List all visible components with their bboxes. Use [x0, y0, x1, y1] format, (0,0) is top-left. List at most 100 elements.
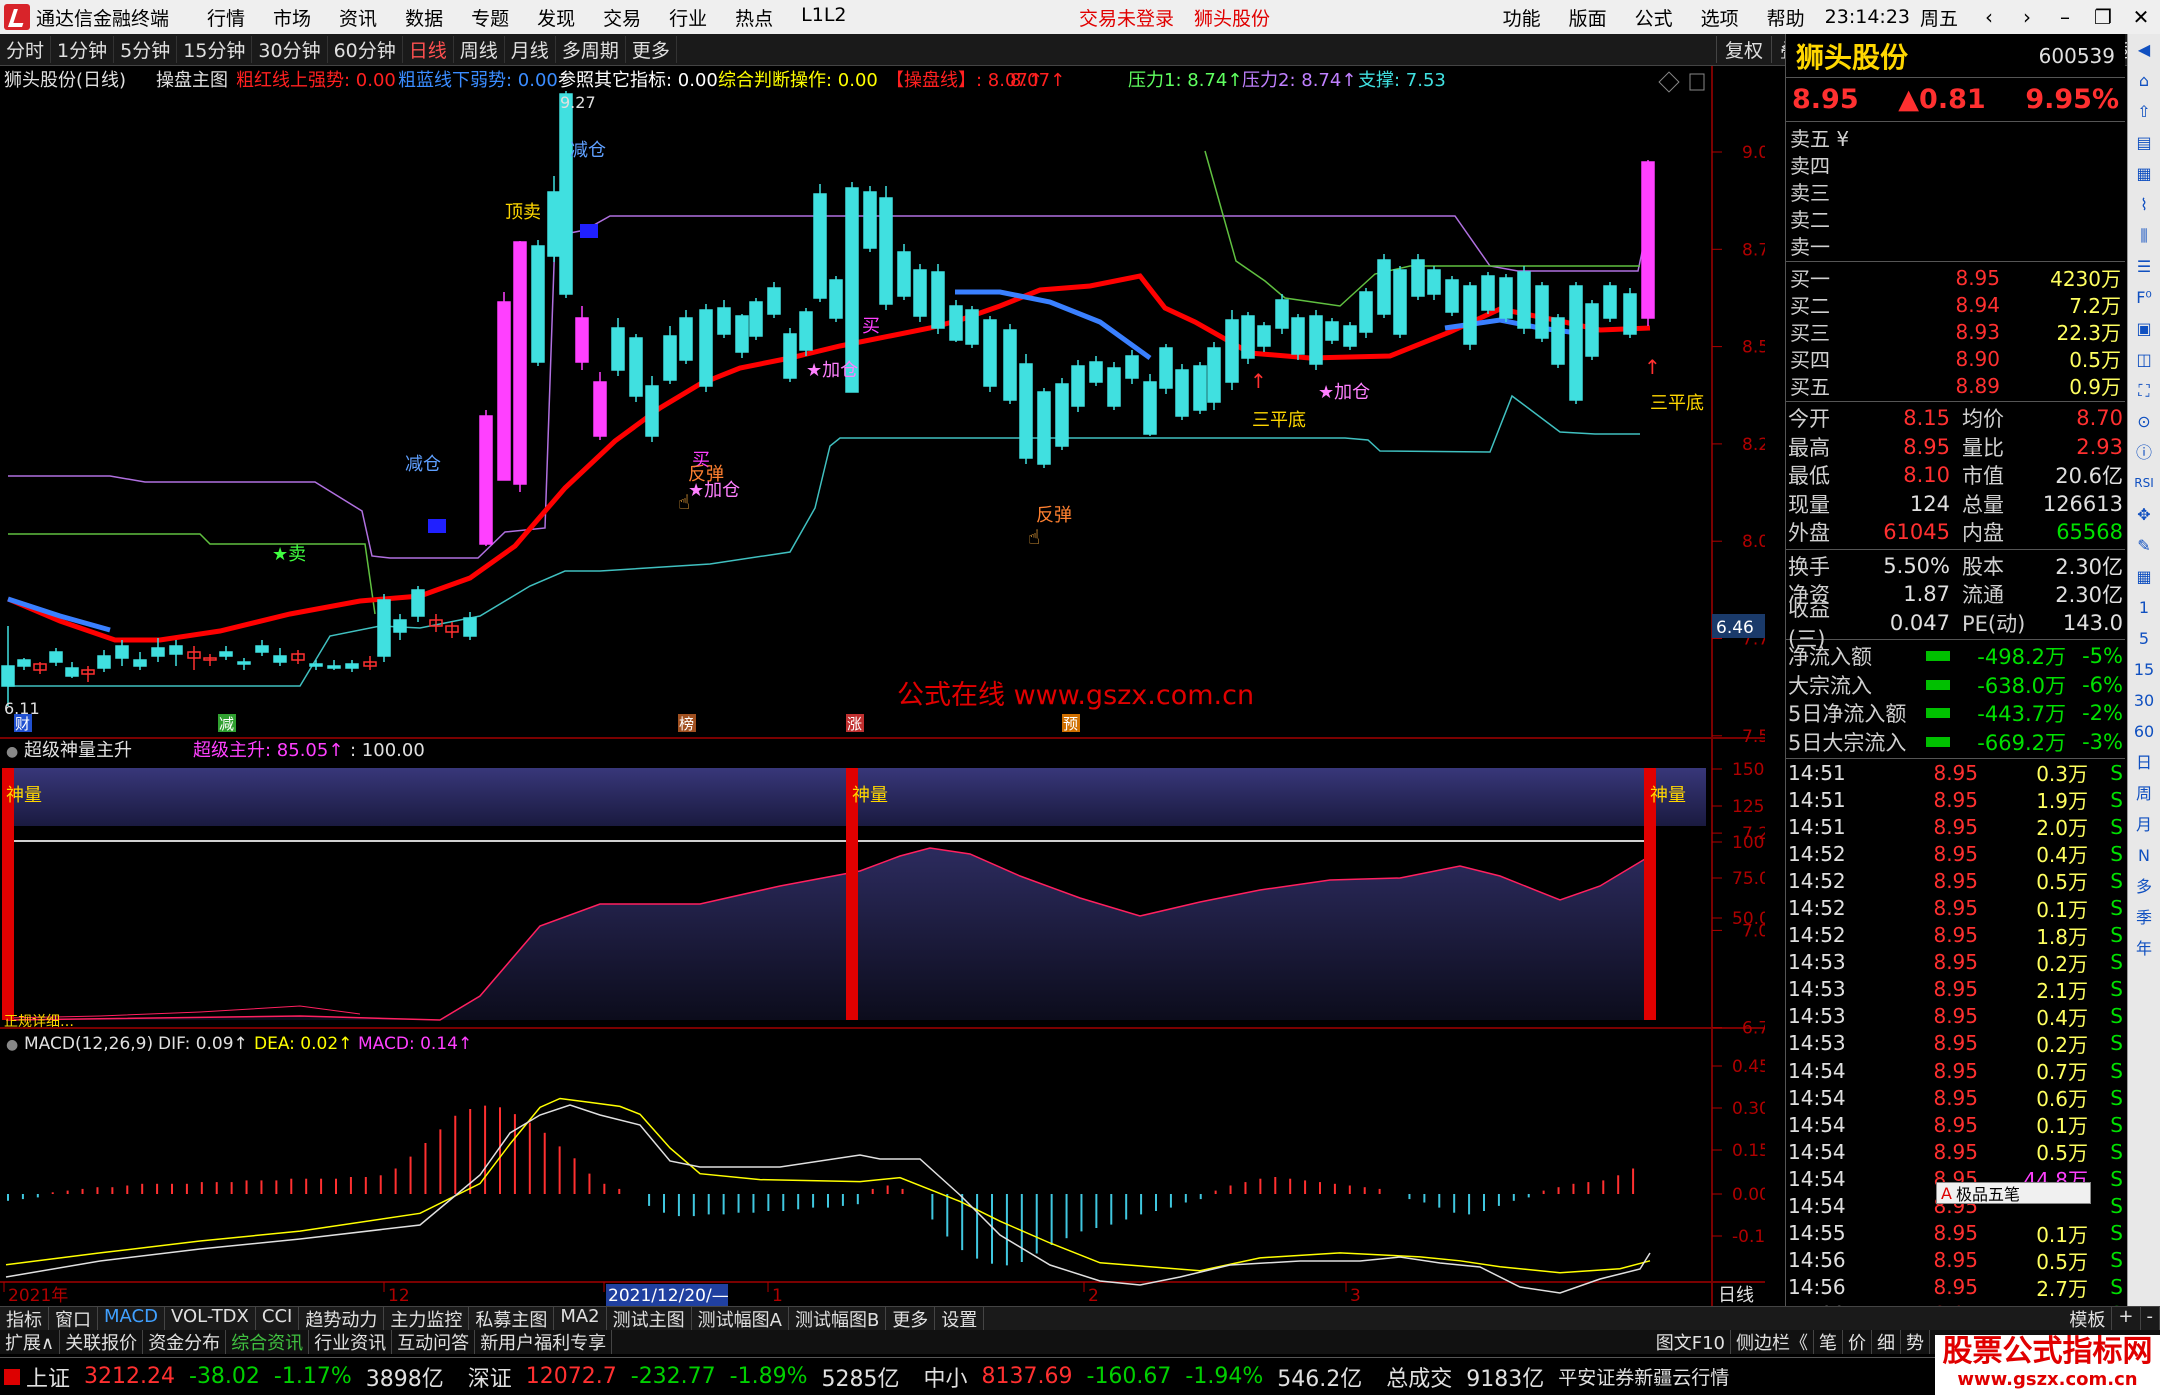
ext-right-btn-3[interactable]: 价 [1843, 1330, 1872, 1354]
candle-icon[interactable]: ⫼ [2140, 220, 2147, 251]
indicator-tab-11[interactable]: 测试幅图B [789, 1307, 887, 1330]
indicator-tab-9[interactable]: 测试主图 [607, 1307, 692, 1330]
indicator-tab-12[interactable]: 更多 [886, 1307, 936, 1330]
bottom-tag-2[interactable]: 榜 [679, 715, 694, 733]
period-tab-5[interactable]: 60分钟 [328, 36, 403, 63]
vtool-period-2[interactable]: 月 [2136, 809, 2152, 840]
ext-tab-4[interactable]: 行业资讯 [309, 1330, 393, 1354]
period-tab-9[interactable]: 多周期 [556, 36, 626, 63]
buy-row[interactable]: 买三 8.93 22.3万 [1786, 318, 2125, 346]
indicator-tab-0[interactable]: 指标 [0, 1307, 49, 1330]
period-tab-1[interactable]: 1分钟 [51, 36, 115, 63]
vtool-period-5[interactable]: 季 [2136, 902, 2152, 933]
menu-right-item-4[interactable]: 帮助 [1753, 4, 1819, 31]
15-icon[interactable]: 15 [2134, 654, 2154, 685]
forward-icon[interactable]: › [2008, 5, 2046, 29]
minimize-icon[interactable]: – [2046, 5, 2084, 29]
fs-icon[interactable]: ⛶ [2138, 375, 2149, 406]
box-icon[interactable]: ◫ [2136, 344, 2151, 375]
ext-right-btn-0[interactable]: 图文F10 [1651, 1330, 1731, 1354]
window-icon[interactable]: ▣ [2136, 313, 2151, 344]
info-icon[interactable]: ⓘ [2136, 437, 2152, 468]
menu-item-1[interactable]: 市场 [259, 4, 325, 31]
menu-item-0[interactable]: 行情 [193, 4, 259, 31]
tab-right-btn-1[interactable]: + [2112, 1307, 2141, 1330]
indicator-tab-5[interactable]: 趋势动力 [299, 1307, 385, 1330]
period-tab-6[interactable]: 日线 [403, 36, 454, 63]
period-tab-2[interactable]: 5分钟 [114, 36, 178, 63]
close-icon[interactable]: ✕ [2122, 5, 2160, 29]
sz-label[interactable]: 深证 [468, 1361, 512, 1393]
30-icon[interactable]: 30 [2134, 685, 2154, 716]
sub1-collapse-icon[interactable]: ● [6, 744, 18, 760]
sh-label[interactable]: 上证 [26, 1361, 70, 1393]
menu-item-4[interactable]: 专题 [457, 4, 523, 31]
bottom-tag-3[interactable]: 涨 [847, 715, 862, 733]
pen-icon[interactable]: ✎ [2137, 530, 2150, 561]
ext-tab-5[interactable]: 互动问答 [392, 1330, 476, 1354]
indicator-tab-10[interactable]: 测试幅图A [692, 1307, 789, 1330]
indicator-tab-1[interactable]: 窗口 [49, 1307, 98, 1330]
calc-icon[interactable]: ▦ [2136, 561, 2151, 592]
ext-tab-0[interactable]: 扩展∧ [0, 1330, 61, 1354]
chart-area[interactable]: 狮头股份(日线) 操盘主图 粗红线上强势: 0.00 粗蓝线下弱势: 0.00 参照… [0, 66, 1765, 1306]
indicator-tab-4[interactable]: CCI [256, 1307, 300, 1330]
tab-right-btn-0[interactable]: 模板 [2063, 1307, 2113, 1330]
restore-icon[interactable]: ❐ [2084, 5, 2122, 29]
doc-icon[interactable]: ▤ [2136, 127, 2151, 158]
back-icon[interactable]: ‹ [1970, 5, 2008, 29]
menu-item-7[interactable]: 行业 [655, 4, 721, 31]
period-tab-0[interactable]: 分时 [0, 36, 52, 63]
home-icon[interactable]: ⌂ [2139, 65, 2149, 96]
indicator-tab-6[interactable]: 主力监控 [384, 1307, 470, 1330]
60-icon[interactable]: 60 [2134, 716, 2154, 747]
sell-row[interactable]: 卖一 [1786, 232, 2125, 259]
buy-row[interactable]: 买四 8.90 0.5万 [1786, 345, 2125, 373]
macd-collapse-icon[interactable]: ● [6, 1037, 18, 1053]
vtool-period-6[interactable]: 年 [2136, 933, 2152, 964]
ext-tab-2[interactable]: 资金分布 [143, 1330, 227, 1354]
vtool-period-4[interactable]: 多 [2136, 871, 2152, 902]
menu-right-item-0[interactable]: 功能 [1489, 4, 1555, 31]
bottom-tag-1[interactable]: 减 [219, 715, 234, 733]
move-icon[interactable]: ✥ [2137, 499, 2150, 530]
sell-row[interactable]: 卖二 [1786, 205, 2125, 232]
1-icon[interactable]: 1 [2139, 592, 2149, 623]
menu-item-2[interactable]: 资讯 [325, 4, 391, 31]
menu-right-item-2[interactable]: 公式 [1621, 4, 1687, 31]
indicator-tab-7[interactable]: 私募主图 [469, 1307, 555, 1330]
menu-item-6[interactable]: 交易 [589, 4, 655, 31]
arrow-left-icon[interactable]: ◀ [2138, 34, 2150, 65]
period-right-btn-0[interactable]: 复权 [1715, 36, 1771, 63]
menu-item-5[interactable]: 发现 [523, 4, 589, 31]
ext-right-btn-5[interactable]: 势 [1901, 1330, 1930, 1354]
menu-item-8[interactable]: 热点 [721, 4, 787, 31]
vtool-period-1[interactable]: 周 [2136, 778, 2152, 809]
chart-icon[interactable]: ⌇ [2140, 189, 2148, 220]
menu-right-item-3[interactable]: 选项 [1687, 4, 1753, 31]
period-tab-3[interactable]: 15分钟 [177, 36, 253, 63]
indicator-tab-2[interactable]: MACD [98, 1307, 165, 1330]
ext-tab-1[interactable]: 关联报价 [60, 1330, 144, 1354]
period-tab-10[interactable]: 更多 [626, 36, 677, 63]
buy-row[interactable]: 买一 8.95 4230万 [1786, 264, 2125, 292]
chart-canvas[interactable]: 狮头股份(日线) 操盘主图 粗红线上强势: 0.00 粗蓝线下弱势: 0.00 参照… [0, 66, 1765, 1306]
f10-icon[interactable]: F⁰ [2136, 282, 2152, 313]
ext-tab-3[interactable]: 综合资讯 [226, 1330, 310, 1354]
ext-right-btn-1[interactable]: 侧边栏《 [1731, 1330, 1814, 1354]
ext-right-btn-2[interactable]: 笔 [1814, 1330, 1843, 1354]
zoom-icon[interactable]: ⊙ [2137, 406, 2150, 437]
bottom-tag-4[interactable]: 预 [1063, 715, 1078, 733]
ime-popup[interactable]: A 极品五笔 [1936, 1182, 2091, 1204]
vtool-period-0[interactable]: 日 [2136, 747, 2152, 778]
up-arrow-tool-icon[interactable]: ⇧ [2137, 96, 2150, 127]
ext-right-btn-4[interactable]: 细 [1872, 1330, 1901, 1354]
list-icon[interactable]: ☰ [2137, 251, 2151, 282]
rsi-icon[interactable]: RSI [2134, 468, 2154, 499]
buy-row[interactable]: 买二 8.94 7.2万 [1786, 291, 2125, 319]
login-status[interactable]: 交易未登录 [1069, 4, 1184, 31]
menu-item-9[interactable]: L1L2 [787, 4, 860, 31]
zx-label[interactable]: 中小 [924, 1361, 968, 1393]
ext-tab-6[interactable]: 新用户福利专享 [475, 1330, 613, 1354]
menu-right-item-1[interactable]: 版面 [1555, 4, 1621, 31]
